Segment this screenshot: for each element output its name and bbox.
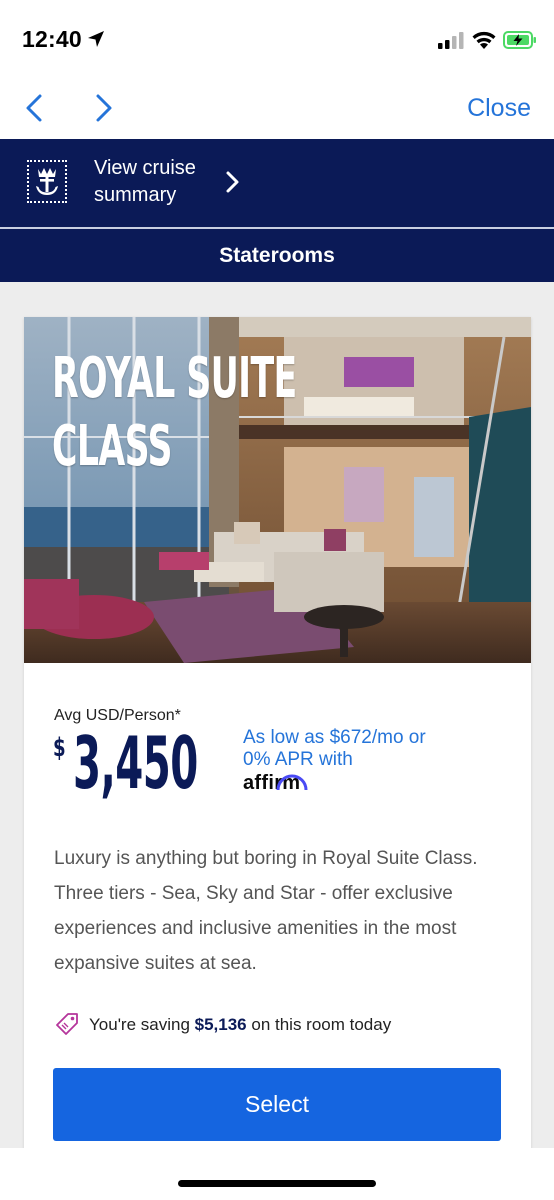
- affirm-financing-link[interactable]: As low as $672/mo or 0% APR with: [243, 727, 443, 771]
- suite-description: Luxury is anything but boring in Royal S…: [54, 848, 478, 974]
- chevron-right-icon[interactable]: [90, 92, 118, 124]
- nav-bar: Close: [0, 80, 554, 139]
- wifi-icon: [472, 31, 496, 49]
- savings-message: You're saving $5,136 on this room today: [89, 1015, 391, 1035]
- suite-hero-image: ROYAL SUITE CLASS: [24, 317, 531, 663]
- status-bar: 12:40: [0, 0, 554, 80]
- royal-caribbean-crown-anchor-icon: [27, 160, 67, 203]
- price-currency: $: [53, 733, 66, 763]
- staterooms-header: Staterooms: [0, 229, 554, 282]
- suite-class-title: ROYAL SUITE CLASS: [52, 345, 297, 481]
- staterooms-title: Staterooms: [219, 243, 335, 267]
- home-indicator[interactable]: [178, 1180, 376, 1187]
- battery-charging-icon: [503, 31, 536, 49]
- chevron-right-icon: [226, 171, 239, 193]
- price-amount: 3,450: [73, 721, 198, 805]
- location-arrow-icon: [88, 31, 104, 47]
- select-button[interactable]: Select: [53, 1068, 501, 1141]
- savings-suffix: on this room today: [246, 1015, 392, 1034]
- status-time: 12:40: [22, 26, 82, 52]
- price-tag-icon: [56, 1013, 78, 1035]
- stateroom-card: ROYAL SUITE CLASS Avg USD/Person* $ 3,45…: [24, 317, 531, 1157]
- close-button[interactable]: Close: [467, 94, 531, 123]
- chevron-left-icon[interactable]: [20, 92, 48, 124]
- cruise-summary-label: View cruise summary: [94, 157, 196, 206]
- signal-icon: [438, 32, 464, 49]
- affirm-arc-icon: [276, 774, 308, 791]
- savings-amount: $5,136: [194, 1015, 247, 1034]
- bottom-safe-area: [0, 1148, 554, 1200]
- suite-class-title-line1: ROYAL SUITE: [52, 346, 297, 411]
- savings-prefix: You're saving: [89, 1015, 195, 1034]
- view-cruise-summary-button[interactable]: View cruise summary: [0, 139, 554, 227]
- suite-class-title-line2: CLASS: [52, 414, 172, 479]
